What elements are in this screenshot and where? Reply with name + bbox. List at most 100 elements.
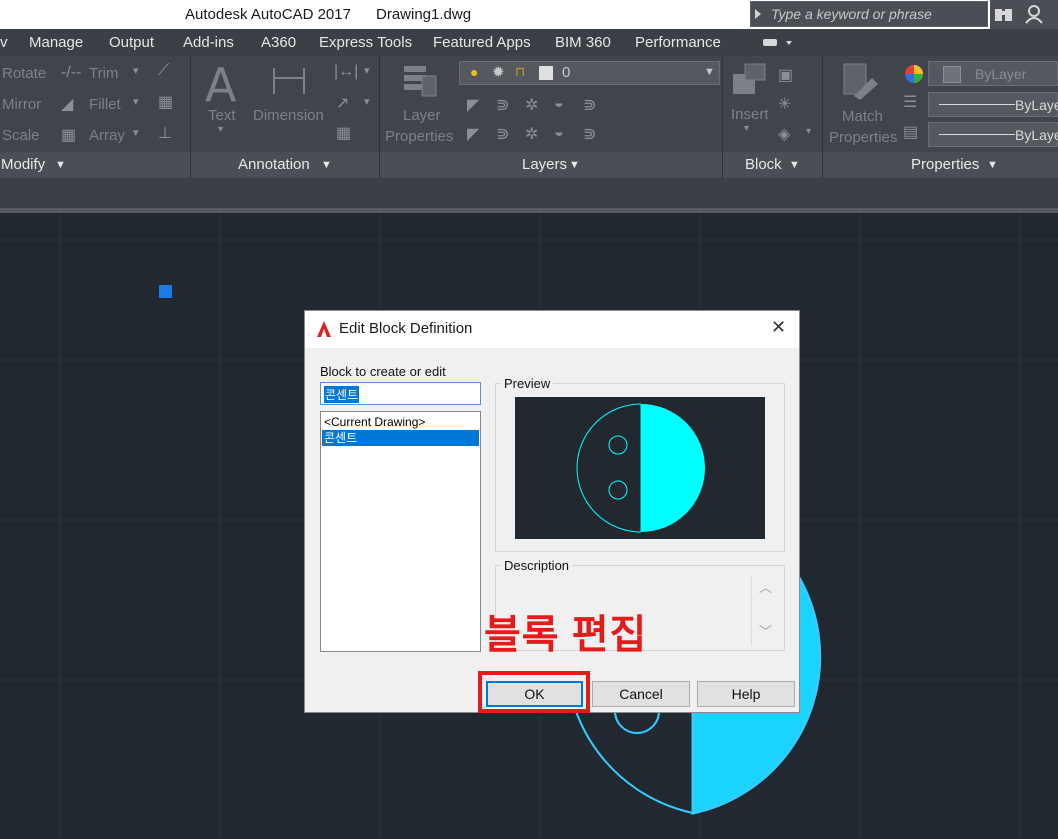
block-panel-footer[interactable]: Block ▼	[723, 152, 822, 178]
layer-tool-icon[interactable]: ⋑	[583, 124, 596, 144]
array-button[interactable]: Array	[89, 127, 125, 144]
expand-arrow-icon[interactable]	[755, 9, 761, 19]
tab-output[interactable]: Output	[109, 34, 154, 51]
match-properties-line2[interactable]: Properties	[829, 129, 897, 146]
chevron-down-icon[interactable]: ▾	[364, 64, 370, 77]
color-dropdown[interactable]: ByLayer	[928, 61, 1058, 86]
lightbulb-icon: ●	[470, 64, 479, 80]
scroll-up-icon[interactable]: ︿	[759, 577, 772, 596]
block-list[interactable]: <Current Drawing> 콘센트	[320, 411, 481, 652]
trim-button[interactable]: Trim	[89, 65, 118, 82]
linetype-value: ByLayer	[1015, 97, 1058, 113]
lineweight-dropdown[interactable]: ByLayer	[928, 122, 1058, 147]
lineweight-icon[interactable]: ▤	[903, 122, 918, 142]
modify-panel-footer[interactable]: Modify ▼	[0, 152, 190, 178]
rotate-button[interactable]: Rotate	[2, 65, 46, 82]
ribbon-minimize-icon[interactable]	[762, 37, 796, 49]
tab-featured-apps[interactable]: Featured Apps	[433, 34, 531, 51]
insert-block-icon	[733, 63, 766, 94]
chevron-down-icon[interactable]: ▾	[218, 124, 223, 135]
linear-dimension-icon[interactable]: |↔|	[334, 63, 358, 81]
layer-tool-icon[interactable]: ⋑	[496, 124, 509, 144]
linetype-preview	[939, 104, 1015, 105]
block-to-create-label: Block to create or edit	[320, 364, 446, 379]
tab-a360[interactable]: A360	[261, 34, 296, 51]
description-label: Description	[501, 558, 573, 573]
block-name-input[interactable]: 콘센트	[320, 382, 481, 405]
layer-properties-line1[interactable]: Layer	[403, 107, 441, 124]
layer-tool-icon[interactable]: ◒	[554, 124, 564, 142]
layers-panel-footer[interactable]: Layers ▼	[380, 152, 722, 178]
array-icon: ▦	[61, 127, 77, 144]
tab-add-ins[interactable]: Add-ins	[183, 34, 234, 51]
fillet-button[interactable]: Fillet	[89, 96, 121, 113]
cancel-button[interactable]: Cancel	[592, 681, 690, 707]
properties-panel-footer[interactable]: Properties ▼	[823, 152, 1058, 178]
tab-bim-360[interactable]: BIM 360	[555, 34, 611, 51]
color-wheel-icon[interactable]	[904, 64, 924, 84]
dimension-button[interactable]: Dimension	[253, 107, 324, 124]
grip-point[interactable]	[159, 285, 172, 298]
layer-tool-icon[interactable]: ◒	[554, 95, 564, 113]
layer-tool-icon[interactable]: ✲	[525, 95, 538, 115]
tab-manage[interactable]: Manage	[29, 34, 83, 51]
insert-button[interactable]: Insert	[731, 106, 769, 123]
layer-tool-icon[interactable]: ✲	[525, 124, 538, 144]
list-item-current-drawing[interactable]: <Current Drawing>	[322, 414, 479, 430]
match-properties-icon	[843, 63, 878, 100]
layer-dropdown[interactable]: ● ✹ ⊓ 0 ▼	[459, 61, 720, 85]
block-preview	[515, 397, 765, 539]
layer-tool-icon[interactable]: ◤	[467, 95, 479, 115]
lineweight-preview	[939, 134, 1015, 135]
lock-icon: ⊓	[515, 64, 526, 79]
chevron-down-icon[interactable]: ▾	[133, 95, 139, 108]
chevron-down-icon[interactable]: ▾	[806, 126, 811, 137]
chevron-down-icon: ▼	[987, 159, 998, 171]
linetype-dropdown[interactable]: ByLayer	[928, 92, 1058, 117]
tab-express-tools[interactable]: Express Tools	[319, 34, 412, 51]
copy-icon[interactable]: ▦	[158, 92, 173, 112]
tab-performance[interactable]: Performance	[635, 34, 721, 51]
description-scrollbar[interactable]: ︿ ﹀	[751, 575, 778, 645]
help-button[interactable]: Help	[697, 681, 795, 707]
close-icon[interactable]: ✕	[771, 317, 786, 338]
dialog-title: Edit Block Definition	[339, 320, 473, 337]
layer-tool-icon[interactable]: ⋑	[583, 95, 596, 115]
search-input[interactable]: Type a keyword or phrase	[750, 1, 988, 27]
app-title: Autodesk AutoCAD 2017	[185, 6, 351, 23]
annotation-panel-footer[interactable]: Annotation ▼	[191, 152, 379, 178]
edit-block-icon[interactable]: ✳	[778, 94, 791, 114]
create-block-icon[interactable]: ▣	[778, 65, 793, 85]
match-properties-line1[interactable]: Match	[842, 108, 883, 125]
text-button[interactable]: Text	[208, 107, 236, 124]
mirror-button[interactable]: Mirror	[2, 96, 41, 113]
chevron-down-icon: ▼	[704, 66, 715, 78]
tab-partial[interactable]: v	[0, 34, 8, 51]
chevron-down-icon[interactable]: ▾	[744, 123, 749, 134]
layers-panel-label: Layers	[522, 156, 568, 173]
list-item-outlet[interactable]: 콘센트	[322, 430, 479, 446]
scale-button[interactable]: Scale	[2, 127, 40, 144]
edit-attributes-icon[interactable]: ◈	[778, 124, 790, 144]
chevron-down-icon[interactable]: ▾	[133, 64, 139, 77]
stretch-icon[interactable]: ⊥	[158, 123, 172, 143]
chevron-down-icon[interactable]: ▾	[133, 126, 139, 139]
layer-properties-line2[interactable]: Properties	[385, 128, 453, 145]
chevron-down-icon: ▼	[55, 159, 66, 171]
trim-icon: -/--	[61, 64, 82, 81]
sun-icon: ✹	[492, 64, 505, 81]
search-placeholder: Type a keyword or phrase	[771, 6, 932, 22]
chevron-down-icon[interactable]: ▾	[364, 95, 370, 108]
scroll-down-icon[interactable]: ﹀	[759, 621, 772, 640]
linetype-icon[interactable]: ☰	[903, 92, 917, 112]
user-icon[interactable]	[1024, 4, 1044, 24]
ribbon-tabs: v Manage Output Add-ins A360 Express Too…	[0, 29, 1058, 56]
layer-tool-icon[interactable]: ◤	[467, 124, 479, 144]
dimension-icon	[273, 68, 305, 94]
layer-tool-icon[interactable]: ⋑	[496, 95, 509, 115]
leader-icon[interactable]: ↗	[336, 93, 349, 113]
extend-icon[interactable]: ⟋	[158, 62, 169, 80]
annotation-text: 블록 편집	[484, 613, 648, 657]
binoculars-icon[interactable]	[994, 5, 1014, 23]
table-icon[interactable]: ▦	[336, 123, 351, 143]
